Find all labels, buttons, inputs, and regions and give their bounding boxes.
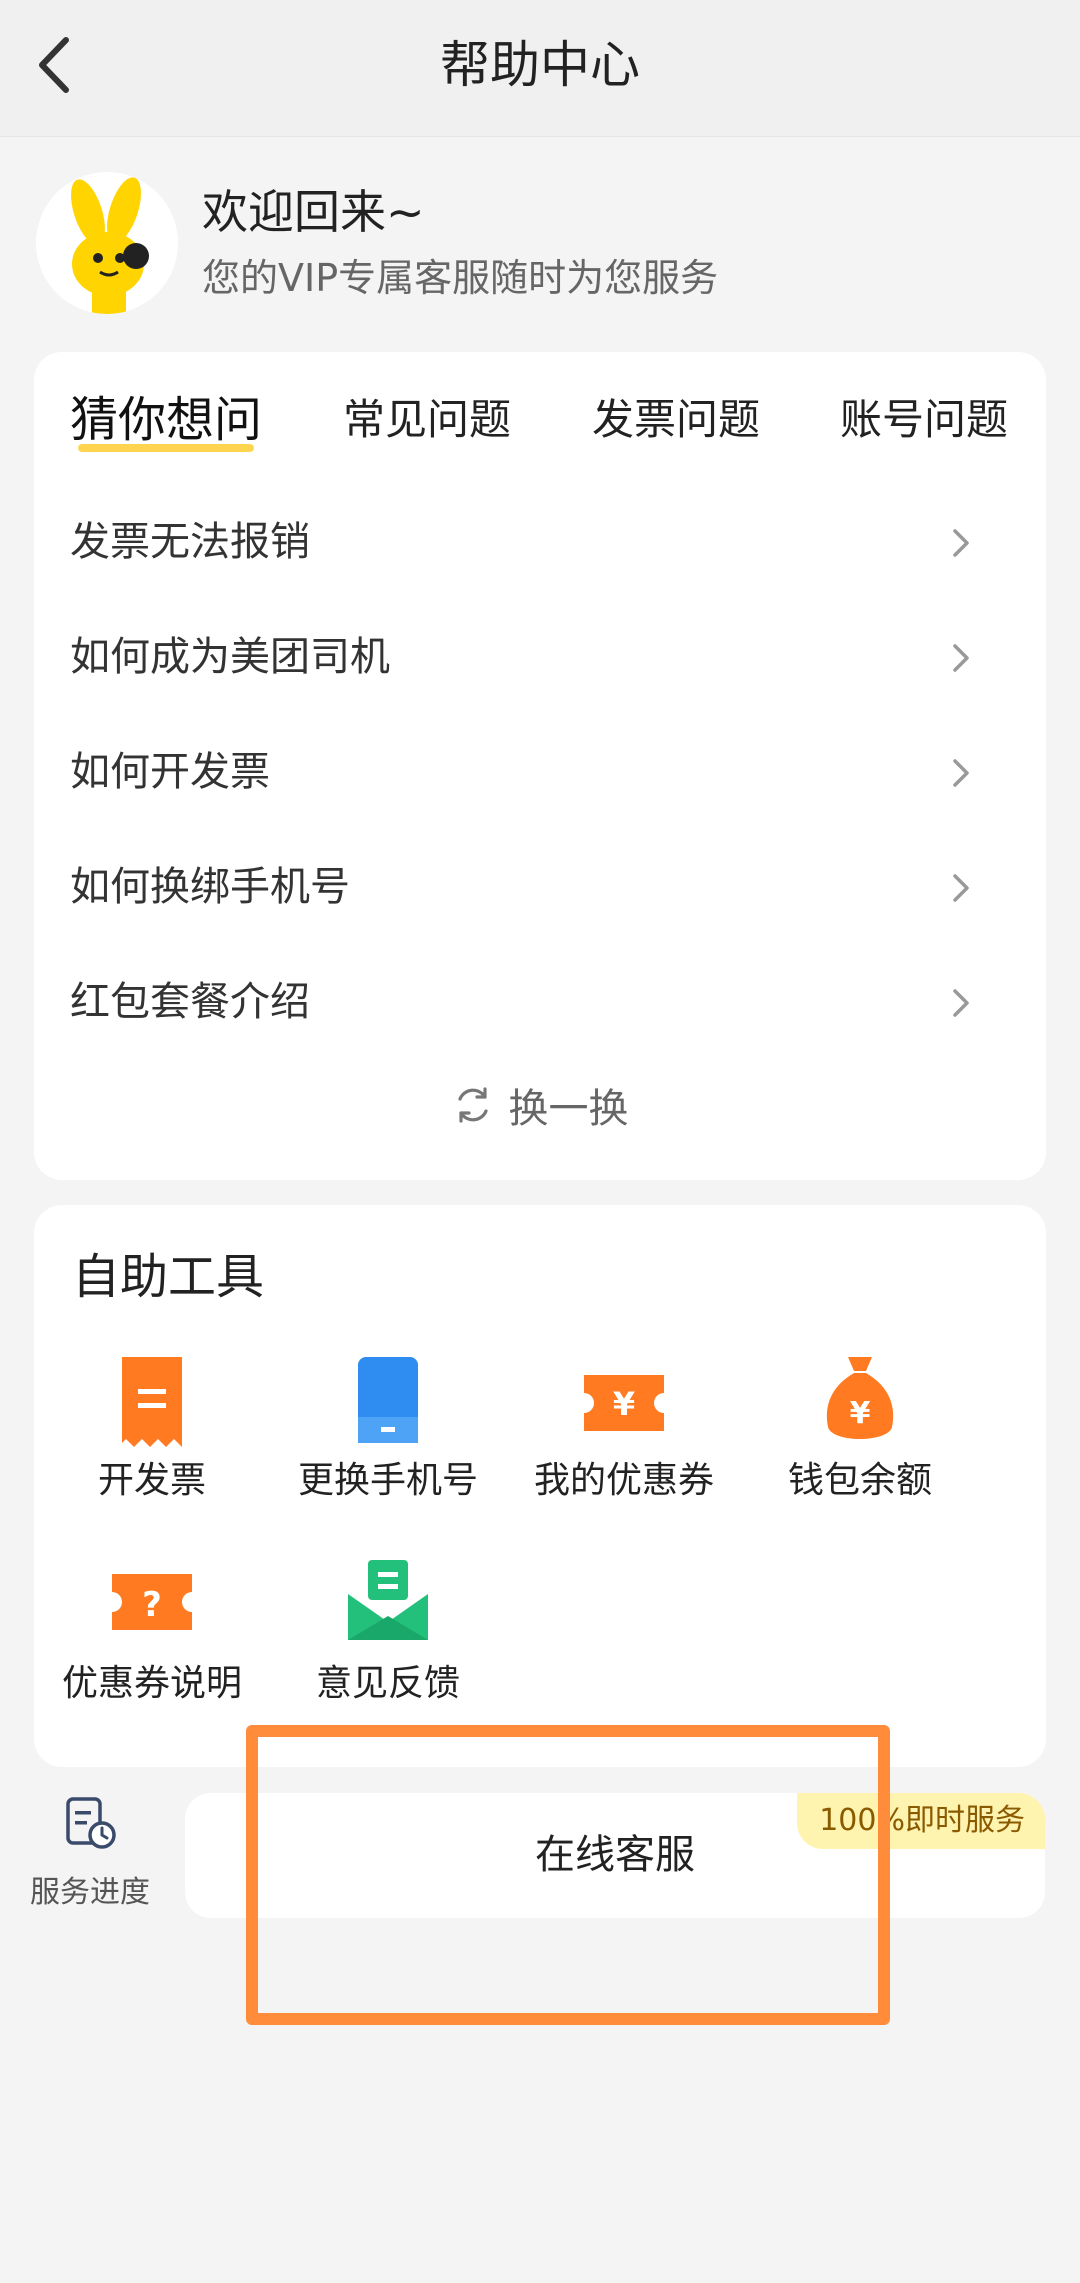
chevron-right-icon	[953, 874, 969, 902]
invoice-icon	[122, 1357, 182, 1447]
page-title: 帮助中心	[440, 36, 640, 94]
tool-wallet-balance[interactable]: ¥ 钱包余额	[742, 1357, 978, 1537]
svg-text:¥: ¥	[850, 1396, 871, 1431]
coupon-icon: ¥	[584, 1375, 664, 1431]
coupon-help-icon: ?	[112, 1574, 192, 1630]
self-service-tools-card: 自助工具 开发票 更换手机号 ¥ 我的优惠券 ¥ 钱包余额 ? 优惠券说明 意见…	[34, 1205, 1046, 1767]
kangaroo-mascot-icon	[36, 172, 178, 314]
service-progress-button[interactable]: 服务进度	[20, 1795, 160, 1915]
wallet-bag-icon: ¥	[826, 1357, 894, 1439]
welcome-title: 欢迎回来~	[202, 185, 425, 239]
tool-my-coupons[interactable]: ¥ 我的优惠券	[506, 1357, 742, 1537]
tab-common[interactable]: 常见问题	[343, 384, 511, 456]
list-item[interactable]: 如何成为美团司机	[34, 600, 1012, 715]
faq-item-label: 如何开发票	[70, 749, 270, 795]
tool-invoice[interactable]: 开发票	[34, 1357, 270, 1537]
service-progress-icon	[66, 1797, 116, 1849]
feedback-envelope-icon	[348, 1560, 428, 1640]
tool-label: 开发票	[97, 1460, 206, 1501]
refresh-label: 换一换	[508, 1086, 629, 1132]
refresh-button[interactable]: 换一换	[34, 1076, 1046, 1146]
welcome-subtitle: 您的VIP专属客服随时为您服务	[202, 256, 719, 300]
chevron-right-icon	[953, 759, 969, 787]
faq-item-label: 如何换绑手机号	[70, 864, 350, 910]
tool-label: 优惠券说明	[61, 1663, 242, 1704]
header-bar: 帮助中心	[0, 0, 1080, 137]
list-item[interactable]: 发票无法报销	[34, 485, 1012, 600]
avatar	[36, 172, 178, 314]
tool-label: 意见反馈	[315, 1663, 460, 1704]
refresh-icon	[458, 1087, 489, 1123]
list-item[interactable]: 红包套餐介绍	[34, 945, 1012, 1060]
svg-text:¥: ¥	[613, 1385, 635, 1423]
highlight-box	[246, 1725, 890, 2025]
chevron-right-icon	[953, 529, 969, 557]
tab-invoice[interactable]: 发票问题	[592, 384, 760, 456]
tab-account[interactable]: 账号问题	[840, 384, 1008, 456]
list-item[interactable]: 如何开发票	[34, 715, 1012, 830]
chevron-right-icon	[953, 989, 969, 1017]
list-item[interactable]: 如何换绑手机号	[34, 830, 1012, 945]
faq-item-label: 红包套餐介绍	[70, 979, 310, 1025]
svg-text:?: ?	[142, 1585, 162, 1625]
tools-title: 自助工具	[72, 1249, 265, 1305]
tool-label: 钱包余额	[787, 1460, 932, 1501]
faq-item-label: 如何成为美团司机	[70, 634, 390, 680]
chevron-right-icon	[953, 644, 969, 672]
tool-label: 我的优惠券	[533, 1460, 714, 1501]
tool-coupon-help[interactable]: ? 优惠券说明	[34, 1560, 270, 1740]
tool-feedback[interactable]: 意见反馈	[270, 1560, 506, 1740]
active-tab-underline	[78, 444, 254, 452]
service-progress-label: 服务进度	[30, 1875, 150, 1910]
faq-card: 猜你想问 常见问题 发票问题 账号问题 发票无法报销 如何成为美团司机 如何开发…	[34, 352, 1046, 1180]
phone-icon	[358, 1357, 418, 1443]
tool-label: 更换手机号	[297, 1460, 478, 1501]
tool-change-phone[interactable]: 更换手机号	[270, 1357, 506, 1537]
faq-item-label: 发票无法报销	[70, 519, 310, 565]
